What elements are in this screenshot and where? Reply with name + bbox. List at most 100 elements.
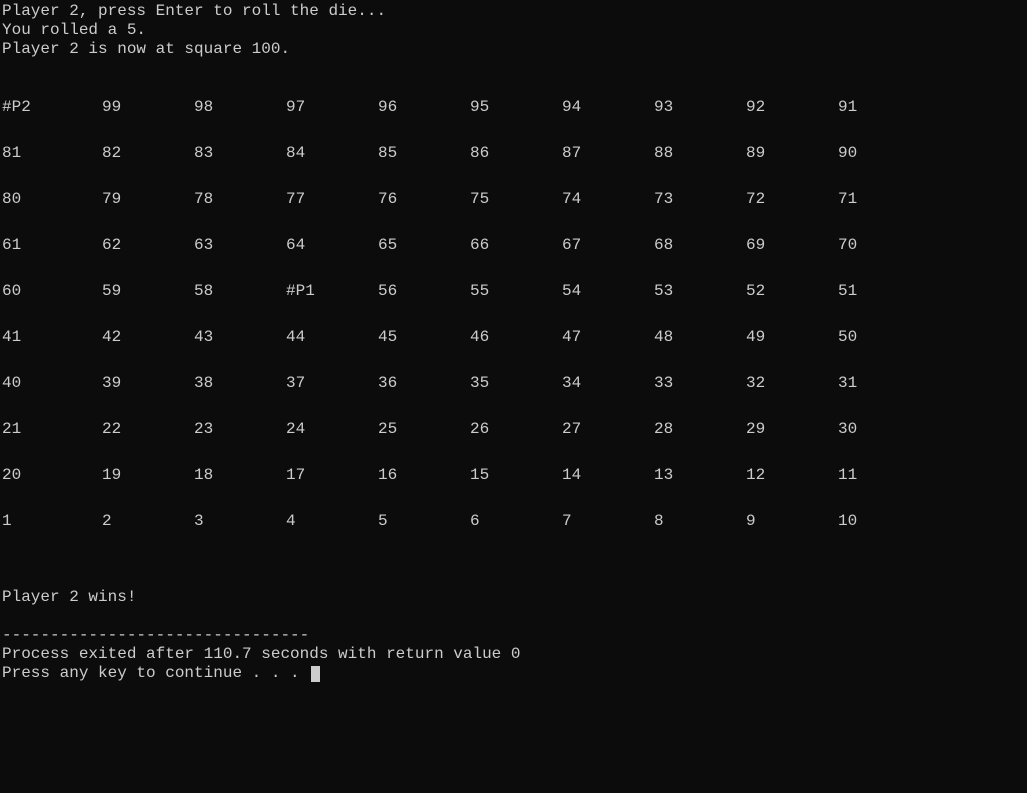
board-cell: 46 <box>470 328 562 347</box>
board-cell: 7 <box>562 512 654 531</box>
roll-prompt: Player 2, press Enter to roll the die... <box>2 2 1025 21</box>
board-cell: 80 <box>2 190 102 209</box>
board-row: 1 2 3 4 5 6 7 8 9 10 <box>2 512 1025 531</box>
board-cell: 17 <box>286 466 378 485</box>
board-row: 60 59 58 #P1 56 55 54 53 52 51 <box>2 282 1025 301</box>
continue-prompt[interactable]: Press any key to continue . . . <box>2 664 1025 683</box>
board-cell: 44 <box>286 328 378 347</box>
board-row: 81 82 83 84 85 86 87 88 89 90 <box>2 144 1025 163</box>
board-cell: 70 <box>838 236 930 255</box>
board-cell: 22 <box>102 420 194 439</box>
winner-message: Player 2 wins! <box>2 588 1025 607</box>
board-cell: 94 <box>562 98 654 117</box>
board-cell: 92 <box>746 98 838 117</box>
board-cell: 96 <box>378 98 470 117</box>
board-cell: 21 <box>2 420 102 439</box>
board-cell: 91 <box>838 98 930 117</box>
board-cell: 81 <box>2 144 102 163</box>
board-cell: 95 <box>470 98 562 117</box>
board-cell: 68 <box>654 236 746 255</box>
board-cell: 48 <box>654 328 746 347</box>
board-cell: 90 <box>838 144 930 163</box>
board-cell: 33 <box>654 374 746 393</box>
board-cell: 45 <box>378 328 470 347</box>
board-cell: 30 <box>838 420 930 439</box>
board-cell: 56 <box>378 282 470 301</box>
board-cell: 55 <box>470 282 562 301</box>
board-cell: 78 <box>194 190 286 209</box>
board-cell: 53 <box>654 282 746 301</box>
board-cell: 69 <box>746 236 838 255</box>
board-cell: 89 <box>746 144 838 163</box>
board-cell: 36 <box>378 374 470 393</box>
board-cell: 97 <box>286 98 378 117</box>
game-board: #P2 99 98 97 96 95 94 93 92 91 81 82 83 … <box>2 98 1025 531</box>
board-cell: #P1 <box>286 282 378 301</box>
board-cell: 63 <box>194 236 286 255</box>
blank-line <box>2 569 1025 588</box>
board-cell: 12 <box>746 466 838 485</box>
board-row: 41 42 43 44 45 46 47 48 49 50 <box>2 328 1025 347</box>
board-cell: 88 <box>654 144 746 163</box>
board-cell: 61 <box>2 236 102 255</box>
board-cell: 60 <box>2 282 102 301</box>
board-cell: 29 <box>746 420 838 439</box>
board-cell: 24 <box>286 420 378 439</box>
board-row: 20 19 18 17 16 15 14 13 12 11 <box>2 466 1025 485</box>
board-cell: 32 <box>746 374 838 393</box>
board-row: 61 62 63 64 65 66 67 68 69 70 <box>2 236 1025 255</box>
board-cell: 43 <box>194 328 286 347</box>
board-cell: 83 <box>194 144 286 163</box>
board-cell: 4 <box>286 512 378 531</box>
board-cell: 66 <box>470 236 562 255</box>
board-cell: 40 <box>2 374 102 393</box>
board-cell: 39 <box>102 374 194 393</box>
board-cell: 9 <box>746 512 838 531</box>
board-cell: 49 <box>746 328 838 347</box>
position-update: Player 2 is now at square 100. <box>2 40 1025 59</box>
board-cell: 93 <box>654 98 746 117</box>
board-cell: 28 <box>654 420 746 439</box>
board-cell: 11 <box>838 466 930 485</box>
board-row: 40 39 38 37 36 35 34 33 32 31 <box>2 374 1025 393</box>
board-cell: 65 <box>378 236 470 255</box>
board-cell: 73 <box>654 190 746 209</box>
board-cell: 31 <box>838 374 930 393</box>
board-cell: #P2 <box>2 98 102 117</box>
board-cell: 85 <box>378 144 470 163</box>
board-cell: 23 <box>194 420 286 439</box>
board-cell: 72 <box>746 190 838 209</box>
board-cell: 58 <box>194 282 286 301</box>
board-cell: 86 <box>470 144 562 163</box>
board-cell: 87 <box>562 144 654 163</box>
board-cell: 8 <box>654 512 746 531</box>
board-cell: 42 <box>102 328 194 347</box>
board-row: 21 22 23 24 25 26 27 28 29 30 <box>2 420 1025 439</box>
board-cell: 3 <box>194 512 286 531</box>
board-cell: 38 <box>194 374 286 393</box>
board-cell: 51 <box>838 282 930 301</box>
board-cell: 71 <box>838 190 930 209</box>
board-cell: 27 <box>562 420 654 439</box>
board-cell: 37 <box>286 374 378 393</box>
board-cell: 82 <box>102 144 194 163</box>
board-cell: 34 <box>562 374 654 393</box>
board-cell: 52 <box>746 282 838 301</box>
continue-prompt-text: Press any key to continue . . . <box>2 664 309 682</box>
board-cell: 75 <box>470 190 562 209</box>
blank-line <box>2 607 1025 626</box>
board-cell: 15 <box>470 466 562 485</box>
board-cell: 54 <box>562 282 654 301</box>
board-cell: 13 <box>654 466 746 485</box>
board-cell: 6 <box>470 512 562 531</box>
board-cell: 76 <box>378 190 470 209</box>
board-cell: 26 <box>470 420 562 439</box>
board-cell: 59 <box>102 282 194 301</box>
roll-result: You rolled a 5. <box>2 21 1025 40</box>
board-cell: 67 <box>562 236 654 255</box>
board-cell: 19 <box>102 466 194 485</box>
board-cell: 5 <box>378 512 470 531</box>
board-cell: 16 <box>378 466 470 485</box>
process-exit-message: Process exited after 110.7 seconds with … <box>2 645 1025 664</box>
board-cell: 10 <box>838 512 930 531</box>
